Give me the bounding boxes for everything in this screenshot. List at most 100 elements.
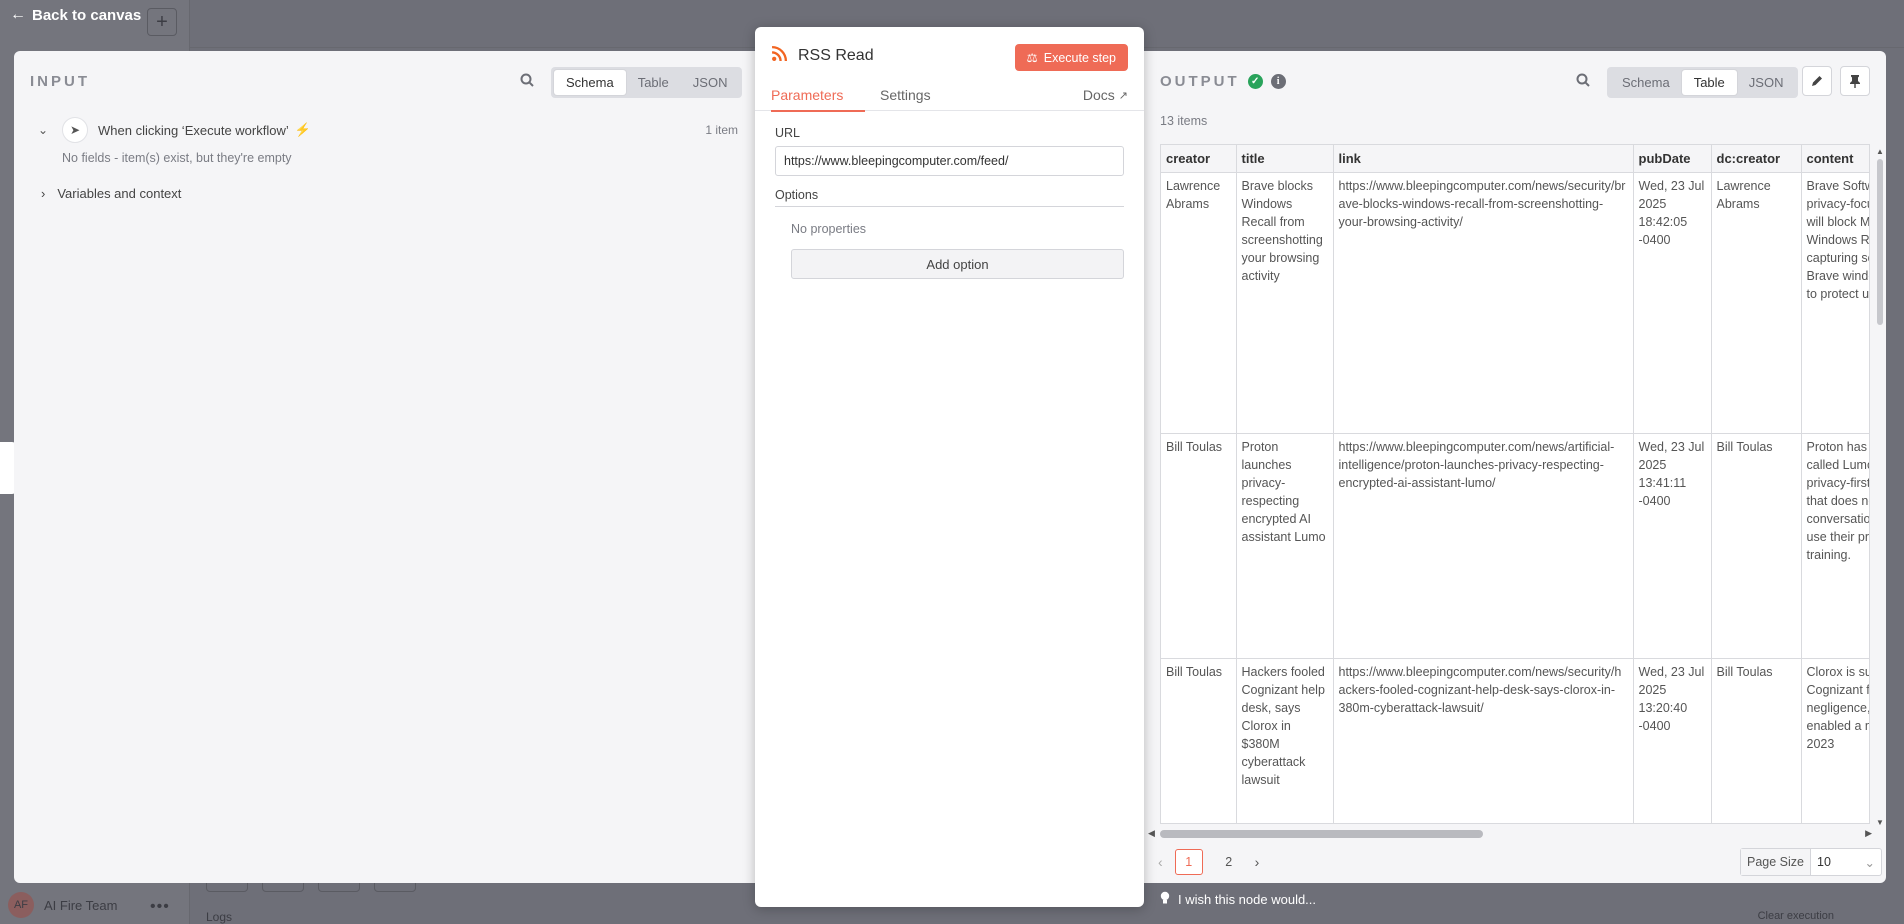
table-cell: Clorox is suing IT giant Cognizant for g… [1801,658,1869,823]
chevron-right-icon: › [41,186,46,201]
trigger-item-count: 1 item [705,123,738,137]
scroll-down-icon[interactable]: ▼ [1876,818,1884,827]
horizontal-scrollbar[interactable]: ◀ ▶ [1148,828,1872,838]
canvas-add-button[interactable]: + [147,8,177,36]
check-circle-icon: ✓ [1247,74,1263,89]
variables-context-row[interactable]: › Variables and context [41,186,181,201]
table-cell: Bill Toulas [1711,658,1802,823]
execute-step-label: Execute step [1043,50,1116,65]
output-title: OUTPUT [1160,73,1240,90]
url-field[interactable] [775,146,1124,176]
input-title: INPUT [30,73,90,90]
output-view-switch: Schema Table JSON [1607,67,1799,98]
more-icon[interactable]: ••• [150,898,170,916]
table-cell: https://www.bleepingcomputer.com/news/se… [1333,658,1634,823]
arrow-left-icon: ← [10,6,26,23]
table-header-row: creator title link pubDate dc:creator co… [1161,145,1869,173]
back-to-canvas-link[interactable]: ← Back to canvas [10,6,141,24]
add-option-button[interactable]: Add option [791,249,1124,279]
flask-icon: ⚖ [1026,51,1038,65]
external-link-icon: ↗ [1118,89,1128,102]
scrollbar-thumb[interactable] [1877,159,1883,325]
options-divider [775,206,1124,207]
view-json-button[interactable]: JSON [681,70,740,95]
info-icon[interactable]: i [1270,74,1286,89]
rss-icon [771,45,788,67]
page-button[interactable]: 1 [1174,849,1203,875]
docs-link[interactable]: Docs ↗ [1083,87,1128,103]
page-button[interactable]: 2 [1215,849,1243,875]
table-cell: Brave blocks Windows Recall from screens… [1236,172,1334,434]
column-header[interactable]: dc:creator [1711,145,1802,173]
table-cell: https://www.bleepingcomputer.com/news/ar… [1333,433,1634,659]
table-cell: Lawrence Abrams [1161,172,1237,434]
page-size-select[interactable]: Page Size 10 ⌄ [1740,848,1882,876]
next-page-icon[interactable]: › [1255,854,1260,870]
chevron-down-icon[interactable]: ⌄ [38,123,50,137]
view-table-button[interactable]: Table [626,70,681,95]
trigger-node-row[interactable]: ⌄ ➤ When clicking ‘Execute workflow’ ⚡ 1… [38,117,738,143]
scroll-left-icon[interactable]: ◀ [1148,828,1155,839]
column-header[interactable]: creator [1161,145,1237,173]
pencil-icon[interactable] [1802,66,1832,96]
cursor-icon: ➤ [62,117,88,143]
table-cell: Lawrence Abrams [1711,172,1802,434]
table-cell: Brave Software says its privacy-focused … [1801,172,1869,434]
pin-icon[interactable] [1840,66,1870,96]
back-to-canvas-label: Back to canvas [32,6,142,24]
page-size-label: Page Size [1741,849,1811,875]
search-icon[interactable] [520,73,534,91]
table-cell: Hackers fooled Cognizant help desk, says… [1236,658,1334,823]
lightbulb-icon [1160,891,1170,908]
tab-settings[interactable]: Settings [880,87,931,103]
execute-step-button[interactable]: ⚖ Execute step [1014,44,1128,71]
column-header[interactable]: title [1236,145,1334,173]
column-header[interactable]: link [1333,145,1634,173]
options-label: Options [775,188,819,202]
table-cell: Bill Toulas [1161,433,1237,659]
clear-execution-label: Clear execution [1757,910,1834,922]
search-icon[interactable] [1576,73,1590,91]
items-count: 13 items [1160,114,1208,128]
view-schema-button[interactable]: Schema [1610,70,1682,95]
scroll-up-icon[interactable]: ▲ [1876,147,1884,156]
table-cell: Bill Toulas [1161,658,1237,823]
column-header[interactable]: content [1801,145,1869,173]
page-size-value[interactable]: 10 ⌄ [1811,849,1881,875]
feedback-link[interactable]: I wish this node would... [1160,891,1316,908]
trigger-name: When clicking ‘Execute workflow’ [98,122,289,138]
input-panel: INPUT Schema Table JSON ⌄ ➤ When clickin… [14,51,755,883]
input-view-switch: Schema Table JSON [551,67,743,98]
view-json-button[interactable]: JSON [1737,70,1796,95]
empty-fields-note: No fields - item(s) exist, but they're e… [62,151,292,165]
node-header: RSS Read [771,45,874,67]
variables-label: Variables and context [57,186,182,201]
active-tab-indicator [771,110,865,112]
view-schema-button[interactable]: Schema [554,70,626,95]
output-table: creator title link pubDate dc:creator co… [1160,144,1870,824]
output-panel: OUTPUT ✓ i Schema Table JSON 13 items cr… [1144,51,1886,883]
table-row: Bill Toulas Hackers fooled Cognizant hel… [1161,658,1869,823]
tab-parameters[interactable]: Parameters [771,87,843,103]
chevron-down-icon: ⌄ [1864,856,1875,870]
bolt-icon: ⚡ [294,122,311,137]
column-header[interactable]: pubDate [1633,145,1712,173]
table-cell: Proton has launched a tool called Lumo, … [1801,433,1869,659]
logs-label: Logs [206,910,233,924]
feedback-label: I wish this node would... [1178,892,1317,907]
url-label: URL [775,126,801,140]
scroll-right-icon[interactable]: ▶ [1865,828,1872,839]
table-cell: https://www.bleepingcomputer.com/news/se… [1333,172,1634,434]
pagination: ‹ 1 2 › [1158,849,1259,875]
table-cell: Bill Toulas [1711,433,1802,659]
view-table-button[interactable]: Table [1681,70,1737,95]
page-size-current: 10 [1817,855,1831,869]
table-cell: Wed, 23 Jul 2025 18:42:05 -0400 [1633,172,1712,434]
table-row: Lawrence Abrams Brave blocks Windows Rec… [1161,172,1869,434]
prev-page-icon[interactable]: ‹ [1158,854,1163,870]
team-switcher[interactable]: AF AI Fire Team [8,892,117,918]
node-title[interactable]: RSS Read [798,47,874,65]
table-row: Bill Toulas Proton launches privacy-resp… [1161,433,1869,659]
scrollbar-thumb[interactable] [1160,830,1483,838]
vertical-scrollbar[interactable]: ▲ ▼ [1876,147,1884,827]
